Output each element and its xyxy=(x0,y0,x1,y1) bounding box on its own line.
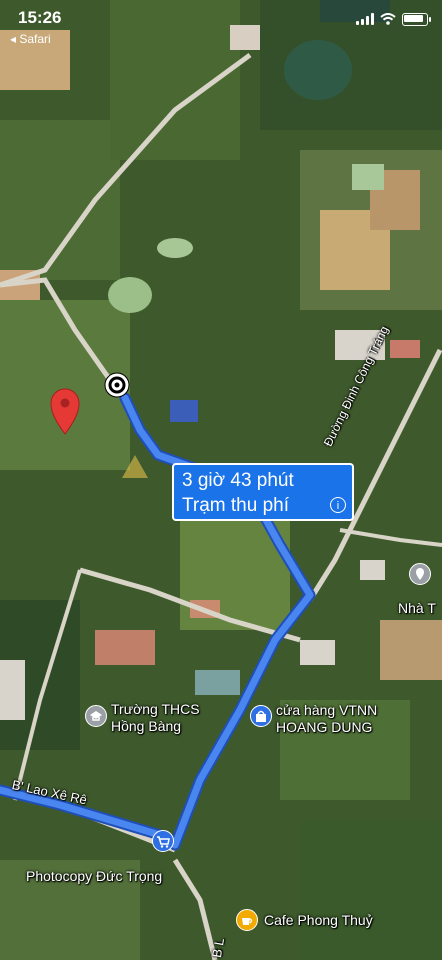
school-name-line1: Trường THCS xyxy=(111,701,200,717)
shopping-cart-icon[interactable] xyxy=(152,830,174,852)
info-icon[interactable]: i xyxy=(330,497,346,513)
clock: 15:26 xyxy=(18,8,62,27)
battery-icon xyxy=(402,12,431,26)
pond xyxy=(157,238,193,258)
school-name-line2: Hồng Bàng xyxy=(111,718,182,734)
store-name-line1: cửa hàng VTNN xyxy=(276,702,378,718)
building xyxy=(390,340,420,358)
place-icon[interactable] xyxy=(409,563,431,585)
school-icon[interactable] xyxy=(85,705,107,727)
road-label-bl: B L xyxy=(208,936,228,959)
pond xyxy=(284,40,352,100)
status-icons xyxy=(356,12,431,26)
school-icon-glyph xyxy=(90,711,102,721)
back-to-safari-link[interactable]: ◂ Safari xyxy=(10,32,51,46)
cafe-icon-glyph xyxy=(242,918,253,925)
route-callout[interactable]: 3 giờ 43 phút Trạm thu phí i xyxy=(172,463,354,521)
building xyxy=(170,400,198,422)
field-area xyxy=(0,120,120,280)
route-via: Trạm thu phí xyxy=(182,495,290,516)
signal-icon xyxy=(356,13,374,25)
status-bar: 15:26 ◂ Safari xyxy=(0,0,442,48)
building xyxy=(0,660,25,720)
wifi-icon xyxy=(380,13,396,25)
building xyxy=(195,670,240,695)
building xyxy=(95,630,155,665)
cafe-name: Cafe Phong Thuỷ xyxy=(264,912,373,928)
store-name-line2: HOANG DUNG xyxy=(276,719,373,735)
nha-label: Nhà T xyxy=(398,600,436,616)
building xyxy=(360,560,385,580)
shopping-bag-icon[interactable] xyxy=(250,705,272,727)
bare-soil xyxy=(380,620,442,680)
shopping-bag-icon-glyph xyxy=(256,710,266,722)
route-duration: 3 giờ 43 phút xyxy=(182,470,294,491)
pond xyxy=(352,164,384,190)
shopping-cart-icon-glyph xyxy=(157,836,170,848)
building xyxy=(300,640,335,665)
origin-icon[interactable] xyxy=(104,372,130,398)
pond xyxy=(108,277,152,313)
cafe-icon[interactable] xyxy=(236,909,258,931)
photocopy-name: Photocopy Đức Trọng xyxy=(26,868,163,884)
place-icon-glyph xyxy=(416,568,424,580)
forest-area xyxy=(300,820,442,960)
